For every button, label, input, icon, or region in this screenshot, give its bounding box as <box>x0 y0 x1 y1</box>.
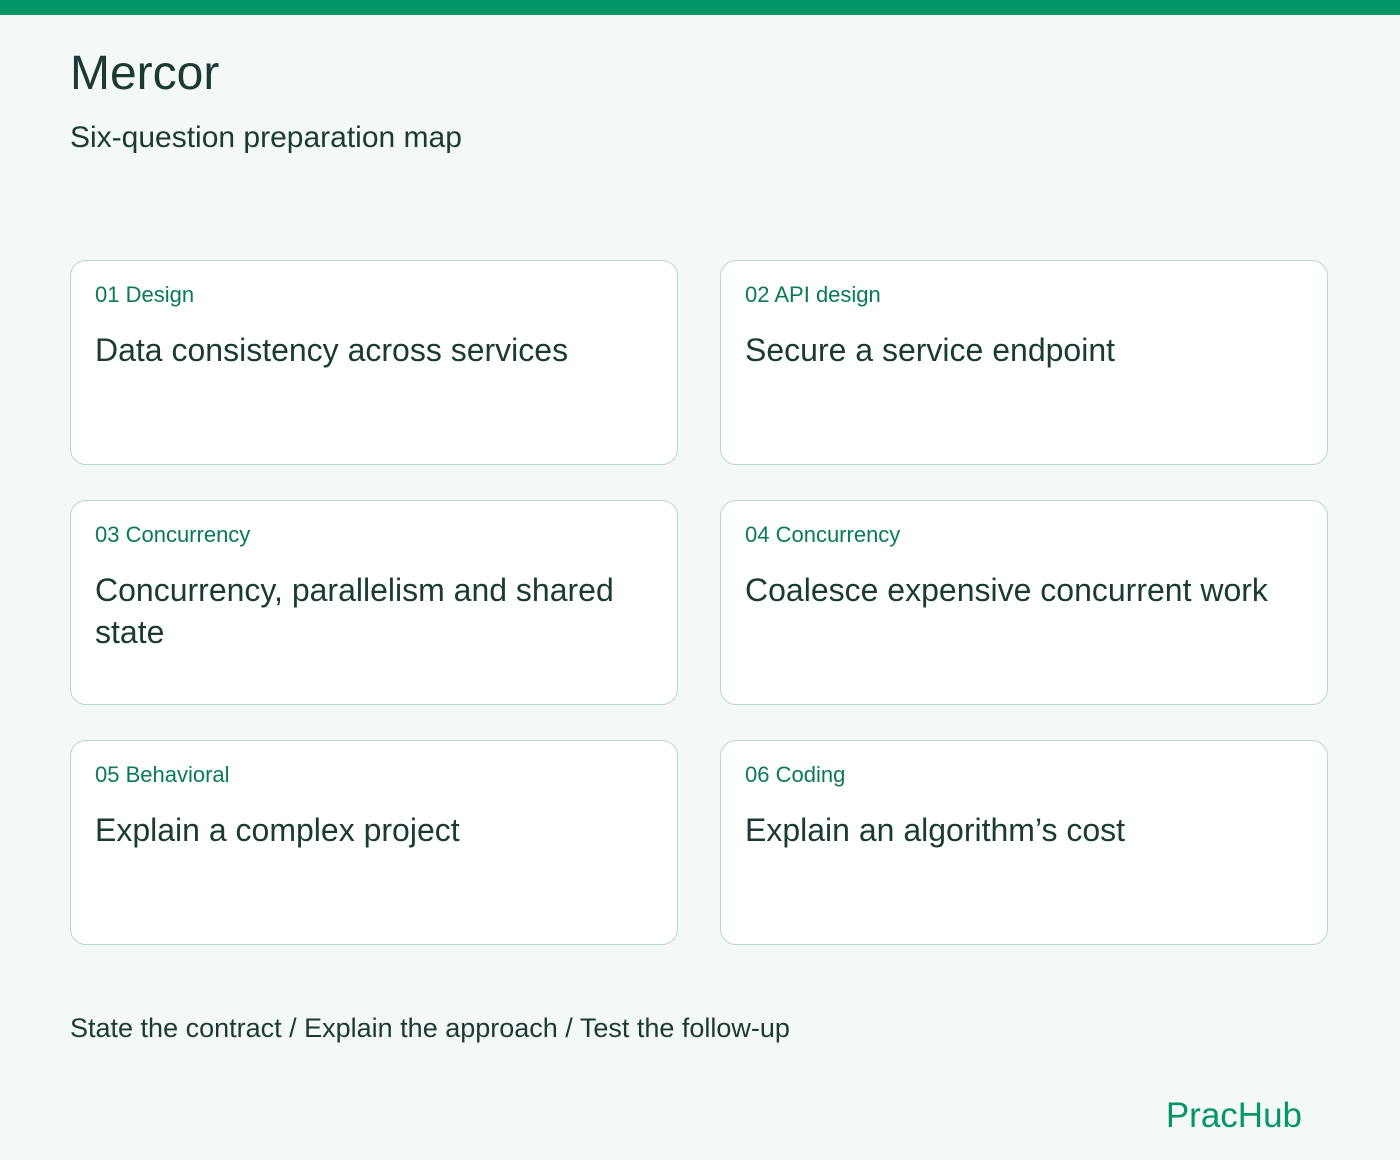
top-accent-bar <box>0 0 1400 15</box>
card-title: Explain a complex project <box>95 812 460 848</box>
card-title: Coalesce expensive concurrent work <box>745 572 1268 608</box>
question-card-6[interactable]: 06 Coding Explain an algorithm’s cost <box>720 740 1328 945</box>
card-title: Explain an algorithm’s cost <box>745 812 1126 848</box>
card-title: Secure a service endpoint <box>745 332 1115 368</box>
question-card-1[interactable]: 01 Design Data consistency across servic… <box>70 260 678 465</box>
card-tag: 05 Behavioral <box>95 762 230 787</box>
card-tag: 06 Coding <box>745 762 846 787</box>
question-card-5[interactable]: 05 Behavioral Explain a complex project <box>70 740 678 945</box>
page-title: Mercor <box>70 47 220 100</box>
prachub-logo: PracHub <box>1165 1096 1302 1135</box>
question-card-2[interactable]: 02 API design Secure a service endpoint <box>720 260 1328 465</box>
question-card-3[interactable]: 03 Concurrency Concurrency, parallelism … <box>70 500 678 705</box>
footer-note: State the contract / Explain the approac… <box>70 1013 790 1043</box>
card-tag: 03 Concurrency <box>95 522 251 547</box>
page-subtitle: Six-question preparation map <box>70 121 462 154</box>
card-tag: 04 Concurrency <box>745 522 901 547</box>
question-card-4[interactable]: 04 Concurrency Coalesce expensive concur… <box>720 500 1328 705</box>
card-title: Data consistency across services <box>95 332 569 368</box>
card-tag: 02 API design <box>745 282 881 307</box>
card-title: Concurrency, parallelism and shared stat… <box>95 572 614 650</box>
card-tag: 01 Design <box>95 282 195 307</box>
